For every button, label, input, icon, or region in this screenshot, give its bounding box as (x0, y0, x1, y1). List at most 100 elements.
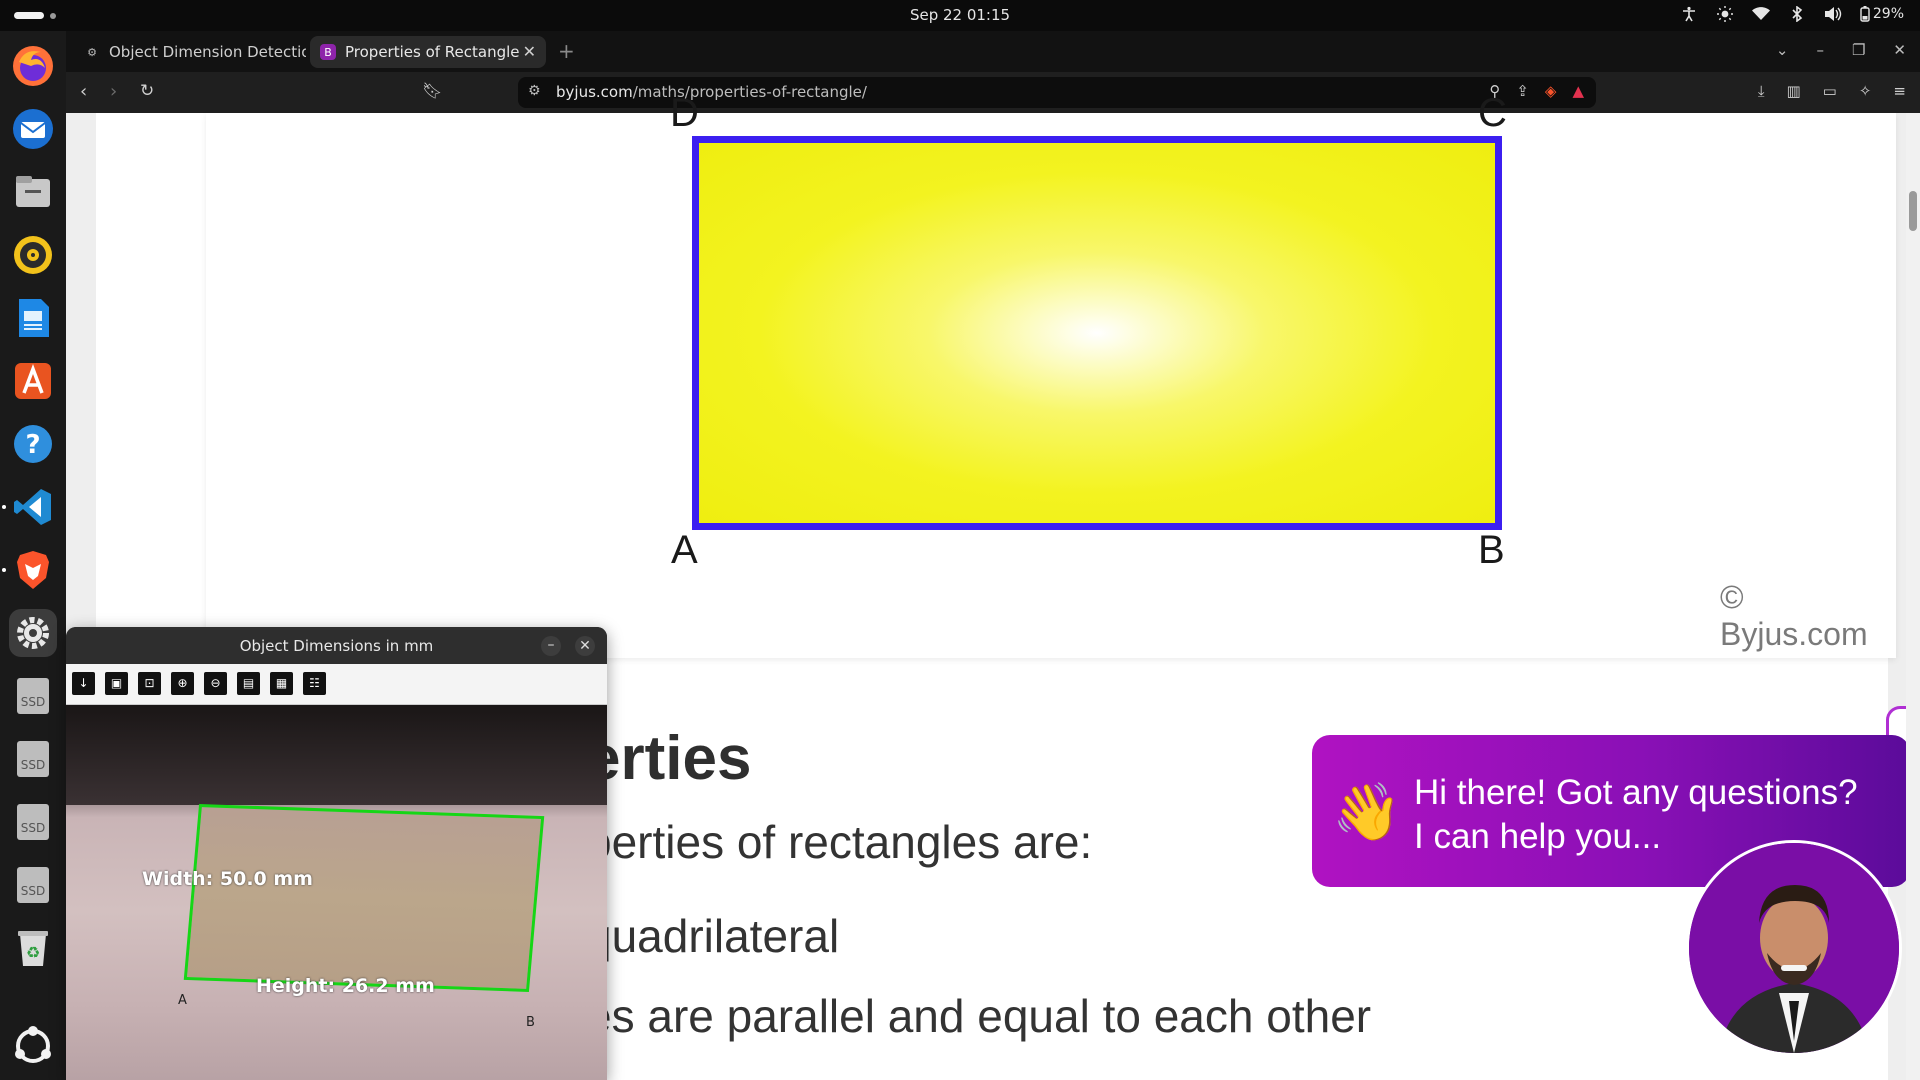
ssd-drive-4[interactable]: SSD (9, 861, 57, 909)
settings-launcher[interactable] (9, 609, 57, 657)
vertex-d-label: D (670, 91, 699, 135)
accessibility-icon[interactable] (1680, 5, 1698, 23)
files-launcher[interactable] (9, 168, 57, 216)
property-item-2: es are parallel and equal to each other (586, 990, 1372, 1042)
browser-tab-bar: ⚙ Object Dimension Detection B Propertie… (66, 31, 1920, 72)
section-heading: erties (586, 724, 752, 793)
agent-portrait-icon (1689, 843, 1899, 1053)
drive-icon: SSD (17, 741, 49, 777)
drive-icon: SSD (17, 678, 49, 714)
menu-icon[interactable]: ≡ (1893, 82, 1906, 100)
thunderbird-icon (13, 109, 53, 149)
ssd-label: SSD (21, 758, 45, 772)
property-item-1: quadrilateral (586, 910, 840, 962)
help-icon: ? (14, 425, 52, 463)
ssd-label: SSD (21, 695, 45, 709)
pan-down-icon[interactable]: ↓ (72, 672, 95, 695)
chat-agent-avatar[interactable] (1686, 840, 1902, 1056)
tab-close-icon[interactable]: ✕ (523, 42, 536, 61)
rectangle-figure: D C A B © Byjus.com (206, 91, 1896, 658)
brave-launcher[interactable] (9, 546, 57, 594)
app-center-icon (15, 363, 51, 399)
cv-close-icon[interactable]: ✕ (575, 636, 595, 656)
ssd-label: SSD (21, 821, 45, 835)
vscode-launcher[interactable] (9, 483, 57, 531)
ubuntu-icon (15, 1026, 51, 1063)
settings-gear-icon (17, 617, 49, 649)
brave-rewards-icon[interactable]: ▲ (1572, 82, 1584, 100)
cv-window-titlebar[interactable]: Object Dimensions in mm – ✕ (66, 627, 607, 664)
writer-launcher[interactable] (9, 294, 57, 342)
tab-list-chevron-icon[interactable]: ⌄ (1776, 41, 1789, 59)
scrollbar-thumb[interactable] (1909, 191, 1917, 231)
files-icon (16, 176, 50, 207)
back-icon[interactable]: ‹ (80, 81, 87, 102)
wifi-icon[interactable] (1751, 5, 1770, 23)
zoom-in-icon[interactable]: ⊕ (171, 672, 194, 695)
leo-ai-icon[interactable]: ✧ (1859, 82, 1872, 100)
waving-hand-icon: 👋 (1332, 780, 1402, 843)
volume-icon[interactable] (1824, 5, 1842, 23)
toolbar-actions: ⤓ ▥ ▭ ✧ ≡ (1758, 82, 1906, 100)
ssd-drive-1[interactable]: SSD (9, 672, 57, 720)
camera-feed: Width: 50.0 mm Height: 26.2 mm A B (66, 705, 607, 1080)
trash-launcher[interactable]: ♻ (9, 924, 57, 972)
svg-text:♻: ♻ (26, 943, 40, 962)
zoom-fit-icon[interactable]: ⊡ (138, 672, 161, 695)
dock: ? SSD SSD SSD SSD ♻ (0, 31, 66, 1080)
zoom-out-icon[interactable]: ⊖ (204, 672, 227, 695)
system-tray[interactable]: 29% (1680, 5, 1904, 23)
svg-text:?: ? (25, 430, 40, 460)
thunderbird-launcher[interactable] (9, 105, 57, 153)
vscode-icon (14, 489, 51, 525)
wallet-icon[interactable]: ▭ (1823, 82, 1837, 100)
cv-toolbar: ↓ ▣ ⊡ ⊕ ⊖ ▤ ▦ ☷ (66, 664, 607, 705)
bookmark-icon[interactable]: 🔖︎ (422, 81, 442, 100)
new-tab-icon[interactable]: + (558, 39, 575, 63)
downloads-icon[interactable]: ⤓ (1758, 82, 1765, 100)
system-top-bar: Sep 22 01:15 29% (0, 0, 1920, 31)
help-launcher[interactable]: ? (9, 420, 57, 468)
brave-shields-icon[interactable]: ◈ (1545, 82, 1557, 100)
battery-icon[interactable]: 29% (1860, 5, 1904, 23)
tab-properties-rectangle[interactable]: B Properties of Rectangle ✕ (310, 36, 546, 68)
firefox-launcher[interactable] (9, 42, 57, 90)
drive-icon: SSD (17, 804, 49, 840)
copy-clipboard-icon[interactable]: ▦ (270, 672, 293, 695)
vertex-b-label: B (1478, 528, 1505, 572)
window-controls: ⌄ – ❐ ✕ (1776, 41, 1906, 59)
save-image-icon[interactable]: ▤ (237, 672, 260, 695)
rhythmbox-icon (14, 236, 52, 274)
page-scrollbar[interactable] (1906, 113, 1920, 1080)
url-text[interactable]: byjus.com/maths/properties-of-rectangle/ (556, 83, 867, 101)
clock[interactable]: Sep 22 01:15 (0, 6, 1920, 24)
cv-window-title: Object Dimensions in mm (239, 637, 434, 655)
corner-a-marker: A (178, 993, 187, 1008)
close-window-icon[interactable]: ✕ (1893, 41, 1906, 59)
zoom-reset-icon[interactable]: ▣ (105, 672, 128, 695)
tab-object-dimension[interactable]: ⚙ Object Dimension Detection (74, 36, 306, 68)
reload-icon[interactable]: ↻ (140, 81, 154, 101)
bluetooth-icon[interactable] (1788, 5, 1806, 23)
forward-icon[interactable]: › (110, 81, 117, 102)
firefox-icon (13, 46, 53, 86)
minimize-icon[interactable]: – (1816, 41, 1824, 59)
share-icon[interactable]: ⇪ (1516, 82, 1529, 100)
url-domain: byjus.com (556, 83, 633, 101)
show-apps-button[interactable] (9, 1022, 57, 1070)
ssd-drive-3[interactable]: SSD (9, 798, 57, 846)
trash-icon: ♻ (18, 931, 48, 966)
vertex-a-label: A (671, 528, 698, 572)
cv-minimize-icon[interactable]: – (541, 636, 561, 656)
drive-icon: SSD (17, 867, 49, 903)
sidebar-icon[interactable]: ▥ (1786, 82, 1800, 100)
app-center-launcher[interactable] (9, 357, 57, 405)
properties-icon[interactable]: ☷ (303, 672, 326, 695)
ssd-drive-2[interactable]: SSD (9, 735, 57, 783)
url-path: /maths/properties-of-rectangle/ (632, 83, 867, 101)
brightness-icon[interactable] (1716, 5, 1734, 23)
detected-object-outline (183, 804, 545, 992)
restore-icon[interactable]: ❐ (1852, 41, 1865, 59)
site-info-icon[interactable]: ⚙ (528, 83, 541, 99)
rhythmbox-launcher[interactable] (9, 231, 57, 279)
